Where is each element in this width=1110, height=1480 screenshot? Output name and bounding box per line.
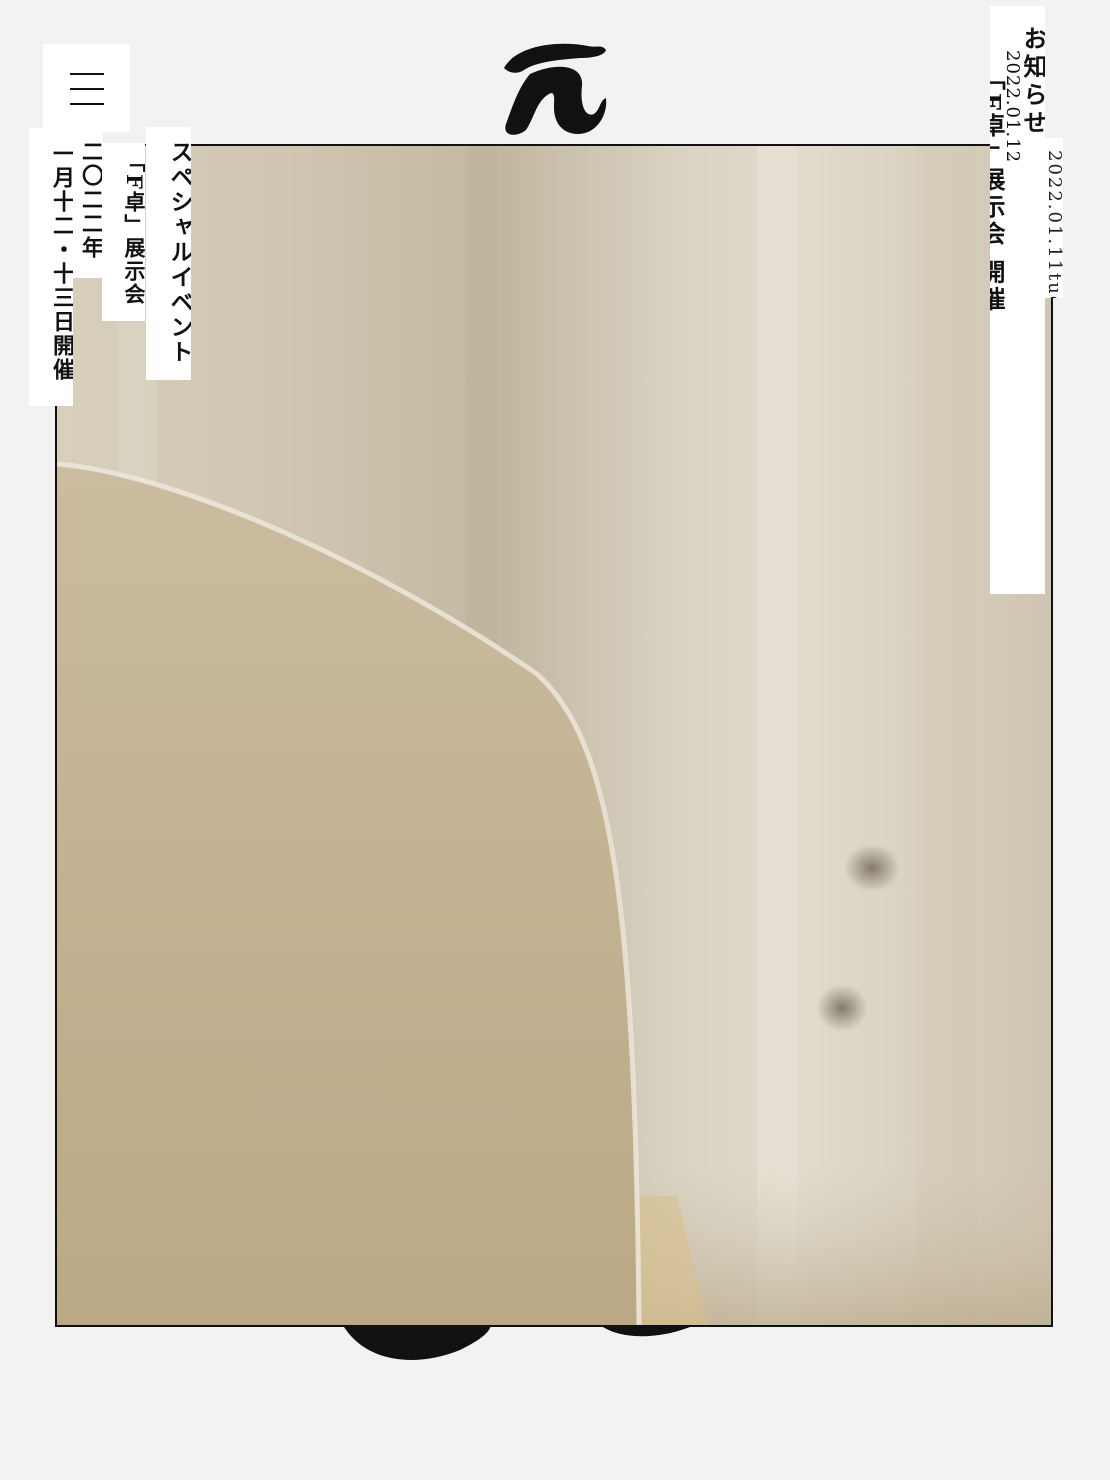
news-title[interactable]: 「F卓」展示会 開催 (990, 66, 1006, 594)
event-year: 二〇二二年 (73, 128, 102, 278)
event-title-text: 「F卓」展示会 (122, 151, 145, 306)
news-panel[interactable]: お知らせ 2022.01.12 「F卓」展示会 開催 (990, 6, 1045, 594)
event-year-text: 二〇二二年 (78, 140, 102, 260)
event-date: 一月十二・十三日開催 (29, 128, 73, 406)
event-title: 「F卓」展示会 (102, 143, 145, 321)
event-date-text: 一月十二・十三日開催 (49, 142, 73, 382)
hero-photo (55, 144, 1053, 1327)
event-category: スペシャルイベント (146, 127, 191, 380)
brush-logo-icon[interactable] (496, 38, 612, 140)
menu-button[interactable] (43, 44, 130, 132)
news-heading: お知らせ (1019, 26, 1045, 138)
event-category-text: スペシャルイベント (166, 140, 191, 365)
